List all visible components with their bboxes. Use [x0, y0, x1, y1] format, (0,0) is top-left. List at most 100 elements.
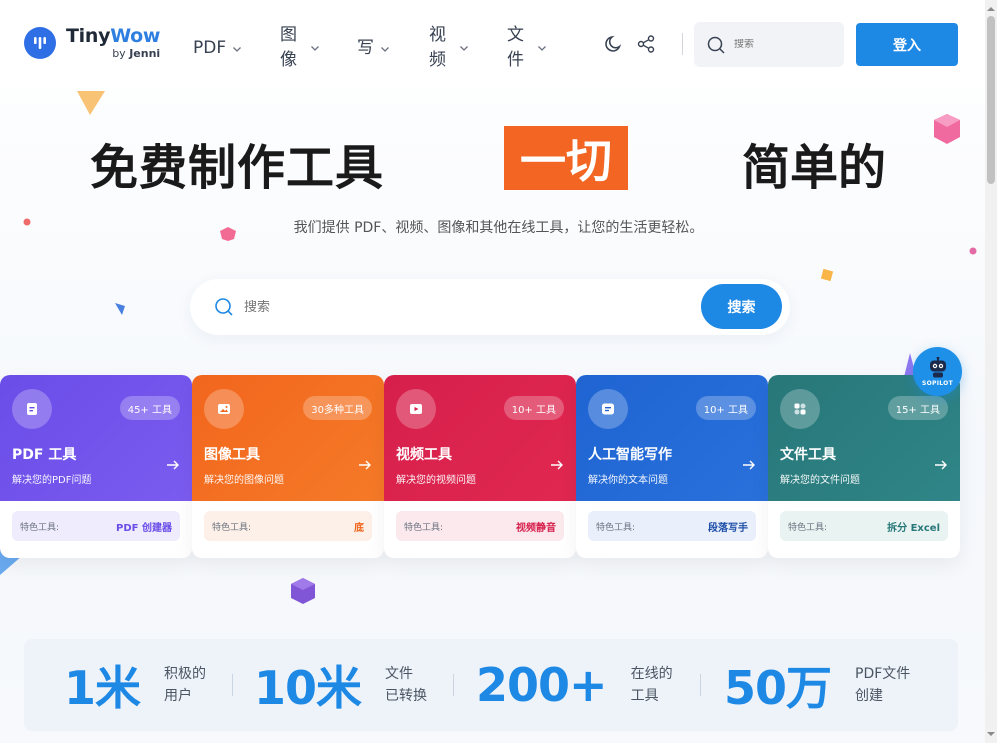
card-featured-tool[interactable]: 特色工具: 段落写手 [588, 511, 756, 541]
chevron-down-icon [460, 46, 468, 51]
search-icon [215, 298, 233, 316]
stat-number: 50万 [724, 661, 832, 715]
decorative-cube-icon [291, 578, 315, 604]
hero-title-highlight: 一切 [504, 126, 628, 190]
video-icon [396, 389, 436, 429]
header: TinyWow by Jenni PDF 图像 写 视频 文件 搜索 登入 [0, 0, 985, 88]
featured-value: 拆分 Excel [887, 522, 940, 534]
nav-label: 写 [357, 38, 374, 58]
hero-subtitle: 我们提供 PDF、视频、图像和其他在线工具，让您的生活更轻松。 [293, 220, 704, 236]
hero-search-button[interactable]: 搜索 [701, 284, 782, 329]
card-tool-count: 45+ 工具 [119, 396, 180, 420]
chevron-down-icon [538, 46, 546, 51]
image-icon [204, 389, 244, 429]
card-featured-tool[interactable]: 特色工具: 视频静音 [396, 511, 564, 541]
stat-divider [453, 674, 454, 696]
header-divider [682, 33, 683, 55]
card-description: 解决你的文本问题 [588, 475, 668, 486]
featured-label: 特色工具: [404, 522, 444, 533]
card-tool-count: 10+ 工具 [503, 396, 564, 420]
nav-item-file[interactable]: 文件 [507, 23, 547, 73]
sopilot-label: SOPILOT [922, 379, 953, 387]
chevron-down-icon [233, 46, 242, 52]
stat-online-tools: 200+ 在线的 工具 [476, 639, 673, 731]
stat-pdfs-created: 50万 PDF文件 创建 [724, 639, 910, 731]
header-search[interactable] [694, 22, 844, 67]
hero-title-part-1: 免费制作工具 [90, 140, 385, 196]
stat-divider [232, 674, 233, 696]
share-icon[interactable] [633, 31, 659, 57]
featured-label: 特色工具: [20, 522, 60, 533]
card-title: 图像工具 [204, 447, 260, 463]
featured-value: 视频静音 [516, 522, 556, 534]
featured-label: 特色工具: [788, 522, 828, 533]
scrollbar-thumb[interactable] [987, 16, 995, 184]
stat-label: 文件 已转换 [385, 666, 428, 704]
scroll-up-arrow-icon[interactable] [985, 4, 997, 14]
arrow-right-icon [167, 460, 179, 470]
featured-value: 底 [354, 522, 364, 534]
nav-label: 文件 [507, 25, 524, 70]
decorative-triangle-icon [115, 303, 125, 315]
logo-byline: by Jenni [112, 47, 161, 60]
card-tool-count: 10+ 工具 [695, 396, 756, 420]
card-ai-writing-tools[interactable]: 10+ 工具 人工智能写作 解决你的文本问题 特色工具: 段落写手 [576, 375, 768, 558]
page: TinyWow by Jenni PDF 图像 写 视频 文件 搜索 登入 免费… [0, 0, 985, 743]
card-featured-tool[interactable]: 特色工具: 底 [204, 511, 372, 541]
card-description: 解决您的PDF问题 [12, 475, 92, 486]
stat-number: 1米 [64, 661, 141, 715]
stat-files-converted: 10米 文件 已转换 [254, 639, 427, 731]
files-icon [780, 389, 820, 429]
stat-number: 10米 [254, 661, 362, 715]
card-pdf-tools[interactable]: 45+ 工具 PDF 工具 解决您的PDF问题 特色工具: PDF 创建器 [0, 375, 192, 558]
text-document-icon [588, 389, 628, 429]
scroll-down-arrow-icon[interactable] [985, 729, 997, 739]
search-icon [707, 36, 725, 54]
stats-bar: 1米 积极的 用户 10米 文件 已转换 200+ 在线的 工具 50万 PDF文件创… [24, 639, 958, 731]
stat-divider [700, 674, 701, 696]
stat-label: 积极的 用户 [164, 666, 207, 704]
sopilot-assistant-button[interactable]: SOPILOT [913, 347, 962, 396]
login-button[interactable]: 登入 [856, 23, 958, 66]
card-tool-count: 30多种工具 [303, 396, 372, 420]
arrow-right-icon [359, 460, 371, 470]
card-featured-tool[interactable]: 特色工具: 拆分 Excel [780, 511, 948, 541]
featured-value: PDF 创建器 [116, 522, 172, 534]
hero-search-input[interactable] [244, 299, 664, 315]
card-video-tools[interactable]: 10+ 工具 视频工具 解决您的视频问题 特色工具: 视频静音 [384, 375, 576, 558]
chevron-down-icon [381, 46, 389, 52]
tool-categories: 45+ 工具 PDF 工具 解决您的PDF问题 特色工具: PDF 创建器 30… [0, 375, 960, 558]
card-file-tools[interactable]: 15+ 工具 文件工具 解决您的文件问题 特色工具: 拆分 Excel [768, 375, 960, 558]
nav-item-pdf[interactable]: PDF [193, 36, 242, 61]
pdf-file-icon [12, 389, 52, 429]
card-tool-count: 15+ 工具 [887, 396, 948, 420]
arrow-right-icon [935, 460, 947, 470]
robot-icon [929, 356, 946, 377]
card-description: 解决您的视频问题 [396, 475, 476, 486]
hero-search-bar[interactable]: 搜索 [190, 279, 790, 335]
nav-item-video[interactable]: 视频 [429, 23, 469, 73]
featured-value: 段落写手 [708, 522, 748, 534]
decorative-cube-icon [934, 114, 960, 144]
decorative-triangle-icon [77, 91, 105, 115]
arrow-right-icon [743, 460, 755, 470]
stat-label: PDF文件 创建 [855, 666, 911, 704]
nav-label: 视频 [429, 25, 446, 70]
page-scrollbar[interactable] [985, 0, 997, 743]
nav-label: 图像 [280, 25, 297, 70]
nav-item-write[interactable]: 写 [357, 36, 390, 61]
decorative-square-icon [820, 268, 834, 282]
card-title: 文件工具 [780, 447, 836, 463]
card-featured-tool[interactable]: 特色工具: PDF 创建器 [12, 511, 180, 541]
card-title: 人工智能写作 [588, 447, 672, 463]
card-image-tools[interactable]: 30多种工具 图像工具 解决您的图像问题 特色工具: 底 [192, 375, 384, 558]
nav-item-image[interactable]: 图像 [280, 23, 320, 73]
logo-title: TinyWow [66, 25, 161, 47]
logo[interactable]: TinyWow by Jenni [24, 27, 160, 59]
dark-mode-icon[interactable] [601, 31, 627, 57]
chevron-down-icon [311, 46, 319, 51]
stat-active-users: 1米 积极的 用户 [64, 639, 206, 731]
nav-label: PDF [193, 38, 227, 58]
card-description: 解决您的图像问题 [204, 475, 284, 486]
header-search-input[interactable] [734, 39, 834, 50]
